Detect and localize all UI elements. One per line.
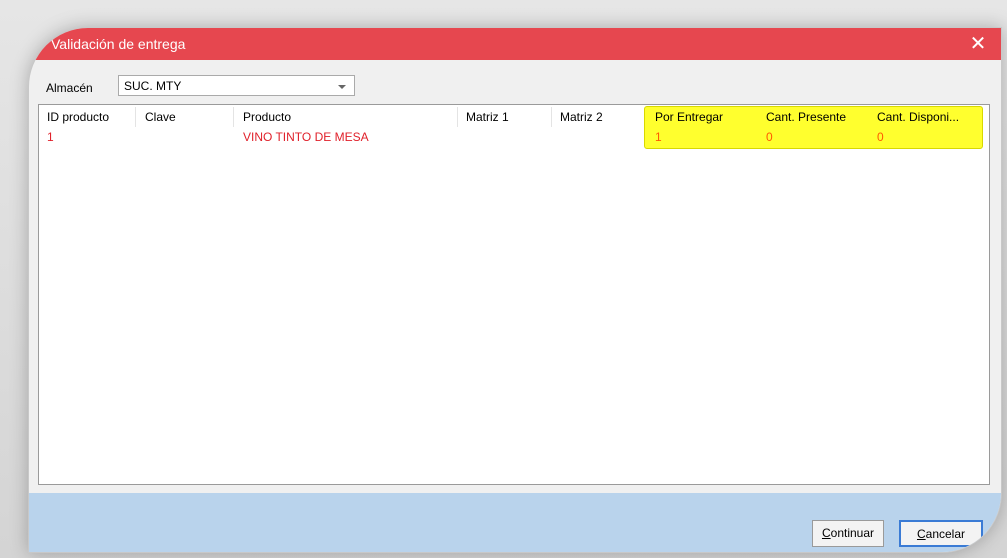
col-header-por-entregar[interactable]: Por Entregar (655, 110, 723, 124)
col-header-clave[interactable]: Clave (145, 110, 176, 124)
cancelar-label: ancelar (925, 527, 966, 541)
column-divider[interactable] (457, 107, 458, 127)
filter-bar: Almacén SUC. MTY (29, 60, 1001, 104)
screenshot-frame: Validación de entrega ✕ Almacén SUC. MTY… (0, 0, 1007, 558)
col-header-id[interactable]: ID producto (47, 110, 109, 124)
button-bar: Continuar Cancelar (29, 493, 1001, 552)
validation-dialog: Validación de entrega ✕ Almacén SUC. MTY… (28, 27, 1002, 553)
products-grid[interactable]: ID producto Clave Producto Matriz 1 Matr… (38, 104, 990, 485)
chevron-down-icon[interactable] (338, 85, 346, 89)
cell-cant-disponible: 0 (877, 130, 884, 144)
cancelar-button[interactable]: Cancelar (899, 520, 983, 547)
continuar-button[interactable]: Continuar (812, 520, 884, 547)
column-divider[interactable] (551, 107, 552, 127)
col-header-matriz1[interactable]: Matriz 1 (466, 110, 509, 124)
cancelar-mnemonic: C (916, 527, 926, 541)
column-divider[interactable] (135, 107, 136, 127)
col-header-cant-disponible[interactable]: Cant. Disponi... (877, 110, 959, 124)
continuar-mnemonic: C (821, 526, 831, 540)
col-header-matriz2[interactable]: Matriz 2 (560, 110, 603, 124)
cell-producto: VINO TINTO DE MESA (243, 130, 369, 144)
column-divider[interactable] (233, 107, 234, 127)
close-icon[interactable]: ✕ (965, 31, 991, 57)
almacen-label: Almacén (46, 81, 93, 95)
cell-por-entregar: 1 (655, 130, 662, 144)
almacen-select[interactable]: SUC. MTY (118, 75, 355, 96)
title-bar: Validación de entrega ✕ (29, 28, 1001, 60)
cell-cant-presente: 0 (766, 130, 773, 144)
col-header-producto[interactable]: Producto (243, 110, 291, 124)
almacen-select-value: SUC. MTY (124, 79, 182, 93)
window-title: Validación de entrega (51, 36, 186, 52)
cell-id: 1 (47, 130, 54, 144)
continuar-label: ontinuar (830, 526, 875, 540)
col-header-cant-presente[interactable]: Cant. Presente (766, 110, 846, 124)
